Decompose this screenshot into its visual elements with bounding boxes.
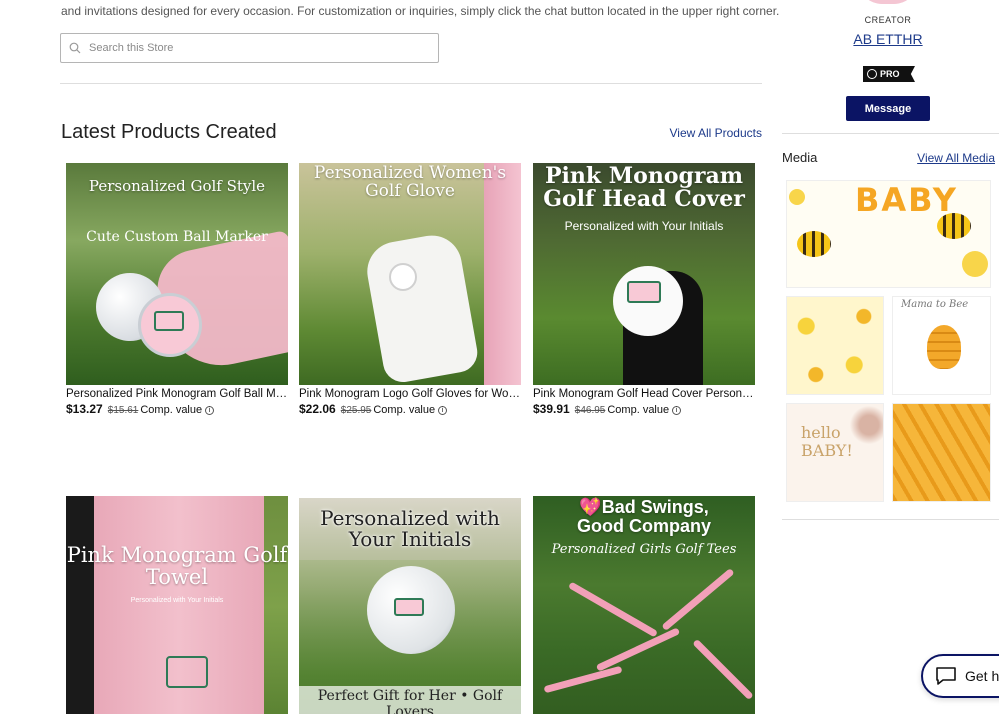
media-item-mama-to-bee[interactable]: Mama to Bee <box>892 296 991 395</box>
pro-icon <box>867 69 877 79</box>
chat-icon <box>936 667 956 685</box>
product-image[interactable]: 💖Bad Swings, Good Company Personalized G… <box>533 496 755 714</box>
product-card[interactable]: 💖Bad Swings, Good Company Personalized G… <box>533 496 755 714</box>
product-image[interactable]: Personalized with Your Initials Perfect … <box>299 498 521 714</box>
store-description: and invitations designed for every occas… <box>61 4 780 18</box>
product-image-title: Pink Monogram Golf Head Cover <box>543 163 745 213</box>
search-icon <box>69 42 81 54</box>
product-card[interactable]: Pink Monogram Golf Head Cover Personaliz… <box>533 163 755 416</box>
media-item-text: BABY <box>855 181 958 219</box>
product-price: $22.06 $25.95 Comp. value i <box>299 402 521 416</box>
product-image[interactable]: Pink Monogram Golf Head Cover Personaliz… <box>533 163 755 385</box>
pro-badge-label: PRO <box>880 69 900 79</box>
product-image-title: Pink Monogram Golf Towel <box>66 543 288 590</box>
media-title: Media <box>782 150 818 165</box>
sale-price: $22.06 <box>299 402 336 416</box>
latest-products-title: Latest Products Created <box>61 121 277 143</box>
sale-price: $39.91 <box>533 402 570 416</box>
sale-price: $13.27 <box>66 402 103 416</box>
product-image-subtitle: Personalized with Your Initials <box>564 219 724 233</box>
store-search[interactable] <box>60 33 439 63</box>
creator-name-link[interactable]: AB ETTHR <box>853 31 922 47</box>
comp-label: Comp. value <box>140 404 203 416</box>
comp-price: $46.95 <box>574 405 606 416</box>
product-image-subtitle: Personalized with Your Initials <box>130 597 224 604</box>
product-image-title: Personalized with Your Initials <box>320 506 500 551</box>
product-image-title: Personalized Women's Golf Glove <box>313 163 507 201</box>
divider <box>782 519 999 520</box>
view-all-media-link[interactable]: View All Media <box>917 151 995 165</box>
product-image-title: Personalized Golf Style <box>88 177 266 195</box>
media-item-bee-pattern[interactable] <box>786 296 884 395</box>
chat-help-label: Get help <box>965 668 999 684</box>
media-item-baby[interactable]: BABY <box>786 180 991 288</box>
divider <box>60 83 762 84</box>
media-item-text: Mama to Bee <box>901 299 969 310</box>
search-input[interactable] <box>89 42 409 54</box>
product-image-subtitle: Cute Custom Ball Marker <box>86 229 268 245</box>
info-icon[interactable]: i <box>438 405 448 415</box>
info-icon[interactable]: i <box>205 405 215 415</box>
creator-label: CREATOR <box>864 15 912 25</box>
product-price: $13.27 $15.61 Comp. value i <box>66 402 288 416</box>
media-item-hello-baby[interactable]: hello BABY! <box>786 403 884 502</box>
product-image[interactable]: Personalized Women's Golf Glove <box>299 163 521 385</box>
product-name[interactable]: Personalized Pink Monogram Golf Ball Mar… <box>66 388 288 400</box>
product-card[interactable]: Personalized with Your Initials Perfect … <box>299 498 521 714</box>
chat-help-button[interactable]: Get help <box>921 654 999 698</box>
divider <box>782 133 999 134</box>
product-image[interactable]: Personalized Golf Style Cute Custom Ball… <box>66 163 288 385</box>
product-card[interactable]: Pink Monogram Golf Towel Personalized wi… <box>66 496 288 714</box>
product-card[interactable]: Personalized Golf Style Cute Custom Ball… <box>66 163 288 416</box>
product-image-subtitle: Personalized Girls Golf Tees <box>551 542 737 557</box>
product-image-subtitle: Perfect Gift for Her • Golf Lovers <box>299 686 521 714</box>
product-name[interactable]: Pink Monogram Logo Golf Gloves for Women <box>299 388 521 400</box>
comp-label: Comp. value <box>607 404 670 416</box>
view-all-products-link[interactable]: View All Products <box>670 126 763 140</box>
pro-badge: PRO <box>863 66 915 82</box>
creator-avatar[interactable] <box>858 0 918 4</box>
message-button[interactable]: Message <box>846 96 930 121</box>
info-icon[interactable]: i <box>672 405 682 415</box>
product-name[interactable]: Pink Monogram Golf Head Cover Personaliz… <box>533 388 755 400</box>
product-image-title: 💖Bad Swings, Good Company <box>577 497 711 536</box>
comp-price: $25.95 <box>340 405 372 416</box>
product-card[interactable]: Personalized Women's Golf Glove Pink Mon… <box>299 163 521 416</box>
media-item-honeycomb[interactable] <box>892 403 991 502</box>
comp-label: Comp. value <box>373 404 436 416</box>
product-image[interactable]: Pink Monogram Golf Towel Personalized wi… <box>66 496 288 714</box>
product-price: $39.91 $46.95 Comp. value i <box>533 402 755 416</box>
comp-price: $15.61 <box>107 405 139 416</box>
